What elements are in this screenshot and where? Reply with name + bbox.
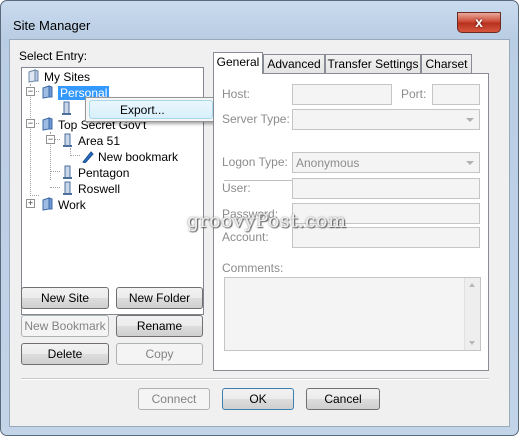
tree-node-roswell[interactable]: Roswell <box>61 181 120 197</box>
title-bar[interactable]: Site Manager x <box>1 1 518 37</box>
tree-node-work[interactable]: Work <box>41 197 86 213</box>
tree-node-personal-child[interactable] <box>60 101 77 117</box>
new-bookmark-button[interactable]: New Bookmark <box>21 315 109 337</box>
tree-connector <box>50 187 60 188</box>
context-menu-export[interactable]: Export... <box>89 100 213 119</box>
tree-node-new-bookmark[interactable]: New bookmark <box>81 149 178 165</box>
folder-icon <box>41 117 54 131</box>
collapse-toggle[interactable]: − <box>26 119 35 128</box>
scroll-down-icon[interactable] <box>469 341 475 345</box>
tree-connector <box>30 195 39 196</box>
close-button[interactable]: x <box>457 12 501 33</box>
select-entry-label: Select Entry: <box>19 49 88 63</box>
delete-button[interactable]: Delete <box>21 343 109 365</box>
server-type-select[interactable] <box>292 109 480 130</box>
host-label: Host: <box>222 87 251 101</box>
logon-type-select[interactable]: Anonymous <box>292 152 480 173</box>
footer-divider <box>21 378 489 380</box>
comments-label: Comments: <box>222 261 284 275</box>
cancel-button[interactable]: Cancel <box>306 388 380 410</box>
collapse-toggle[interactable]: − <box>26 87 35 96</box>
tree-label: Area 51 <box>78 134 121 148</box>
site-icon <box>61 165 74 179</box>
tree-label: Roswell <box>78 182 121 196</box>
scroll-up-icon[interactable] <box>469 283 475 287</box>
tab-advanced[interactable]: Advanced <box>263 54 325 74</box>
close-icon: x <box>475 14 483 30</box>
host-field[interactable] <box>292 84 392 105</box>
tree-node-area-51[interactable]: Area 51 <box>61 133 120 149</box>
tree-node-pentagon[interactable]: Pentagon <box>61 165 129 181</box>
port-field[interactable] <box>432 84 480 105</box>
tab-charset[interactable]: Charset <box>421 54 472 74</box>
logon-type-value: Anonymous <box>296 156 360 170</box>
comments-scrollbar[interactable] <box>464 278 480 350</box>
server-type-label: Server Type: <box>222 112 290 126</box>
chevron-down-icon <box>466 118 474 122</box>
window-title: Site Manager <box>13 18 91 33</box>
tree-node-my-sites[interactable]: My Sites <box>27 69 90 85</box>
rename-button[interactable]: Rename <box>116 315 203 337</box>
folder-icon <box>27 69 40 83</box>
dialog-body: Select Entry: My Sites − Personal − Top … <box>9 39 510 427</box>
ok-button[interactable]: OK <box>222 388 294 410</box>
user-field[interactable] <box>292 178 480 199</box>
tab-transfer-settings[interactable]: Transfer Settings <box>325 54 421 74</box>
chevron-down-icon <box>466 161 474 165</box>
folder-icon <box>41 85 54 99</box>
tree-label: My Sites <box>44 70 91 84</box>
tree-label: New bookmark <box>98 150 179 164</box>
site-manager-window: Site Manager x Select Entry: My Sites − … <box>0 0 519 436</box>
context-menu: Export... <box>85 97 217 122</box>
connect-button[interactable]: Connect <box>138 388 210 410</box>
new-folder-button[interactable]: New Folder <box>116 287 203 309</box>
user-label: User: <box>222 181 251 195</box>
tree-connector <box>70 155 80 156</box>
tab-general[interactable]: General <box>213 52 263 74</box>
tree-label: Work <box>58 198 86 212</box>
watermark: groovyPost.com <box>187 210 347 232</box>
collapse-toggle[interactable]: − <box>46 135 55 144</box>
context-menu-label: Export... <box>120 103 165 117</box>
account-label: Account: <box>222 230 269 244</box>
new-site-button[interactable]: New Site <box>21 287 109 309</box>
bookmark-icon <box>81 149 94 163</box>
logon-type-label: Logon Type: <box>222 155 288 169</box>
site-icon <box>61 181 74 195</box>
tree-label: Pentagon <box>78 166 130 180</box>
tree-connector <box>50 171 60 172</box>
site-icon <box>61 133 74 147</box>
copy-button[interactable]: Copy <box>116 343 203 365</box>
expand-toggle[interactable]: + <box>26 199 35 208</box>
comments-textarea[interactable] <box>224 277 481 351</box>
tree-connector <box>30 84 31 196</box>
port-label: Port: <box>401 87 427 101</box>
site-icon <box>60 101 73 115</box>
folder-icon <box>41 197 54 211</box>
